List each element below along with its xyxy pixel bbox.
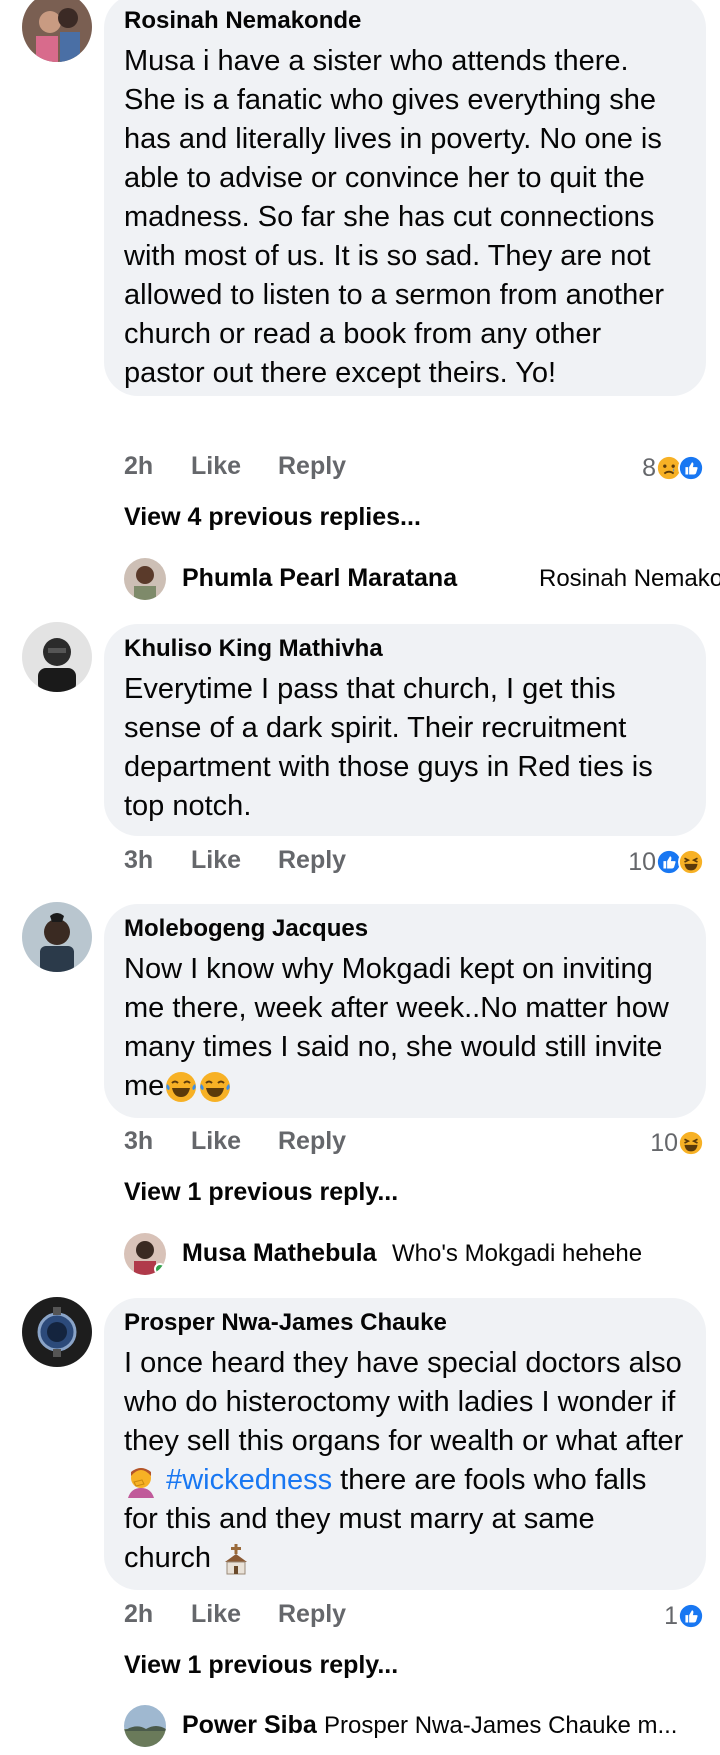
comment-bubble: Khuliso King Mathivha Everytime I pass t… xyxy=(104,624,706,836)
like-reaction-icon xyxy=(678,455,704,481)
reaction-summary[interactable]: 8 xyxy=(642,452,704,484)
reply-button[interactable]: Reply xyxy=(278,846,346,875)
person-facepalm-emoji-icon xyxy=(128,1468,154,1499)
reaction-count: 10 xyxy=(650,1128,678,1157)
view-previous-replies-link[interactable]: View 1 previous reply... xyxy=(124,1651,398,1680)
like-button[interactable]: Like xyxy=(191,1127,241,1156)
avatar[interactable] xyxy=(22,0,92,62)
comment-bubble: Molebogeng Jacques Now I know why Mokgad… xyxy=(104,904,706,1118)
timestamp[interactable]: 3h xyxy=(124,1127,153,1156)
reply-text: Who's Mokgadi hehehe xyxy=(392,1240,643,1267)
comment-author[interactable]: Khuliso King Mathivha xyxy=(124,634,686,664)
timestamp[interactable]: 2h xyxy=(124,452,153,481)
reply-author: Phumla Pearl Maratana xyxy=(182,564,458,592)
avatar[interactable] xyxy=(22,1297,92,1367)
like-button[interactable]: Like xyxy=(191,1600,241,1629)
comment-actions: 3h Like Reply 10 xyxy=(124,1127,704,1167)
avatar xyxy=(124,1705,166,1747)
comment-bubble: Rosinah Nemakonde Musa i have a sister w… xyxy=(104,0,706,396)
reaction-summary[interactable]: 1 xyxy=(664,1600,704,1632)
reply-text: Prosper Nwa-James Chauke m... xyxy=(324,1712,678,1739)
comment-actions: 3h Like Reply 10 xyxy=(124,846,704,886)
comment-text: I once heard they have special doctors a… xyxy=(124,1344,686,1578)
comment-bubble: Prosper Nwa-James Chauke I once heard th… xyxy=(104,1298,706,1590)
comment-author[interactable]: Molebogeng Jacques xyxy=(124,914,686,944)
avatar xyxy=(124,1233,166,1275)
reply-author: Power Siba xyxy=(182,1711,317,1739)
timestamp[interactable]: 3h xyxy=(124,846,153,875)
reply-button[interactable]: Reply xyxy=(278,452,346,481)
avatar[interactable] xyxy=(22,622,92,692)
reaction-count: 8 xyxy=(642,453,656,482)
comment-actions: 2h Like Reply 8 xyxy=(124,452,704,492)
comment-author[interactable]: Rosinah Nemakonde xyxy=(124,6,686,36)
reaction-count: 1 xyxy=(664,1601,678,1630)
comment-text: Now I know why Mokgadi kept on inviting … xyxy=(124,950,686,1106)
avatar xyxy=(124,558,166,600)
reply-button[interactable]: Reply xyxy=(278,1600,346,1629)
reaction-summary[interactable]: 10 xyxy=(628,846,704,878)
like-reaction-icon xyxy=(678,1603,704,1629)
reply-button[interactable]: Reply xyxy=(278,1127,346,1156)
like-button[interactable]: Like xyxy=(191,846,241,875)
avatar[interactable] xyxy=(22,902,92,972)
reply-text: Rosinah Nemakon... xyxy=(539,565,720,592)
reaction-summary[interactable]: 10 xyxy=(650,1127,704,1159)
comment-text: Everytime I pass that church, I get this… xyxy=(124,673,653,822)
reaction-count: 10 xyxy=(628,847,656,876)
comment-author[interactable]: Prosper Nwa-James Chauke xyxy=(124,1308,686,1338)
timestamp[interactable]: 2h xyxy=(124,1600,153,1629)
view-previous-replies-link[interactable]: View 4 previous replies... xyxy=(124,503,421,532)
tears-of-joy-emoji-icon xyxy=(166,1072,197,1103)
comment-text: Musa i have a sister who attends there. … xyxy=(124,45,664,389)
comment-actions: 2h Like Reply 1 xyxy=(124,1600,704,1640)
hashtag-link[interactable]: #wickedness xyxy=(166,1464,332,1496)
view-previous-replies-link[interactable]: View 1 previous reply... xyxy=(124,1178,398,1207)
tears-of-joy-emoji-icon xyxy=(200,1072,231,1103)
haha-reaction-icon xyxy=(678,1130,704,1156)
church-emoji-icon xyxy=(225,1544,248,1575)
haha-reaction-icon xyxy=(678,849,704,875)
reply-author: Musa Mathebula xyxy=(182,1239,377,1267)
comment-text-body: I once heard they have special doctors a… xyxy=(124,1347,684,1457)
like-button[interactable]: Like xyxy=(191,452,241,481)
